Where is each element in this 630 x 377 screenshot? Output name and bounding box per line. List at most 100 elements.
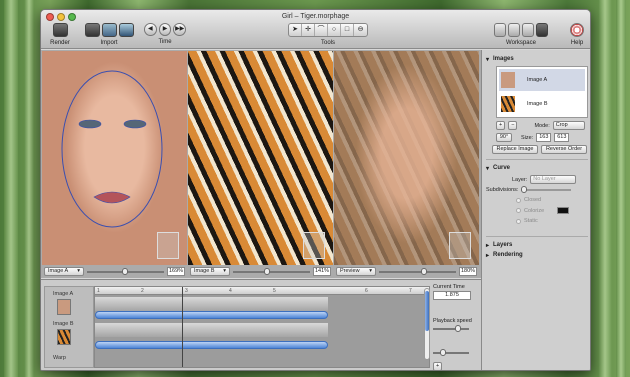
viewer-a-controls: Image A ▾ 169% — [42, 266, 187, 277]
track-header-column: Image A Image B Warp — [44, 286, 94, 368]
rotate-90-button[interactable]: 90° — [496, 133, 512, 142]
forward-button[interactable]: ▶▶ — [173, 23, 187, 36]
track-b-thumbnail[interactable] — [57, 329, 71, 345]
workspace-layout-1-icon[interactable] — [494, 23, 506, 37]
colorize-radio[interactable] — [516, 208, 521, 213]
replace-image-button[interactable]: Replace Image — [492, 145, 538, 154]
preview-zoom-slider[interactable] — [379, 267, 456, 275]
option-colorize[interactable]: Colorize — [516, 207, 588, 214]
viewer-b-zoom-field[interactable]: 141% — [313, 267, 331, 276]
chevron-down-icon: ▾ — [223, 268, 226, 274]
time-controls: Current Time 1.875 Playback speed + — [433, 284, 479, 370]
playhead[interactable] — [182, 287, 183, 367]
viewer-a-zoom-field[interactable]: 169% — [167, 267, 185, 276]
track-b-clip[interactable] — [95, 341, 328, 349]
rewind-button[interactable]: ◀ — [144, 23, 157, 36]
images-section-header[interactable]: ▾ Images — [486, 56, 588, 63]
app-window: Girl – Tiger.morphage Render Import ◀ ▶ … — [40, 9, 591, 371]
size-row: 90° Size: 163 613 — [496, 133, 588, 142]
add-keyframe-button[interactable]: + — [433, 362, 442, 370]
static-radio[interactable] — [516, 218, 521, 224]
timeline-tracks[interactable]: 1 2 3 4 5 6 7 — [94, 286, 430, 368]
help-label: Help — [570, 40, 584, 46]
rendering-heading: Rendering — [493, 252, 523, 258]
colorize-label: Colorize — [524, 207, 545, 214]
layer-label: Layer: — [512, 176, 528, 183]
subdivisions-row: Subdivisions: — [486, 186, 588, 193]
arrow-tool-icon[interactable]: ➤ — [289, 24, 302, 36]
image-a-thumbnail — [501, 72, 515, 88]
size-width-field[interactable]: 163 — [536, 133, 552, 142]
list-item-image-a[interactable]: Image A — [499, 69, 585, 91]
preview-select[interactable]: Preview ▾ — [336, 267, 376, 276]
add-image-button[interactable]: + — [496, 121, 506, 130]
layers-section-header[interactable]: ▸ Layers — [486, 242, 588, 249]
color-well[interactable] — [557, 207, 570, 214]
preview-thumbnail-overlay — [449, 232, 471, 259]
image-b-thumbnail-overlay — [303, 232, 325, 259]
mode-select[interactable]: Crop — [552, 121, 585, 130]
list-item-image-b[interactable]: Image B — [499, 93, 585, 115]
current-time-field[interactable]: 1.875 — [433, 291, 471, 300]
image-b-canvas[interactable] — [188, 51, 333, 265]
render-label: Render — [50, 40, 70, 46]
viewer-a-zoom-slider[interactable] — [87, 267, 164, 275]
playback-speed-knob[interactable] — [454, 325, 461, 332]
time-label: Time — [158, 39, 172, 45]
size-height-field[interactable]: 613 — [554, 133, 570, 142]
image-a-thumbnail-overlay — [157, 232, 179, 259]
point-tool-icon[interactable]: ✛ — [302, 24, 315, 36]
play-button[interactable]: ▶ — [158, 23, 172, 36]
workspace-layout-2-icon[interactable] — [508, 23, 520, 37]
subdivisions-knob[interactable] — [521, 186, 528, 193]
ruler-tick: 6 — [365, 288, 368, 294]
option-static[interactable]: Static — [516, 218, 588, 224]
rect-tool-icon[interactable]: □ — [341, 24, 354, 36]
disclosure-closed-icon: ▸ — [486, 253, 490, 259]
image-a-label: Image A — [527, 77, 548, 83]
render-icon[interactable] — [52, 23, 68, 37]
timeline-zoom-knob[interactable] — [440, 349, 447, 356]
option-closed[interactable]: Closed — [516, 197, 588, 203]
timeline-ruler[interactable]: 1 2 3 4 5 6 7 — [95, 287, 429, 295]
timeline-scroll-knob[interactable] — [425, 291, 429, 331]
track-a-thumbnail[interactable] — [57, 299, 71, 315]
timeline-zoom-slider[interactable] — [433, 349, 469, 356]
current-time-label: Current Time — [433, 284, 465, 290]
import-movie-icon[interactable] — [84, 23, 100, 37]
subdivisions-slider[interactable] — [521, 186, 572, 193]
preview-zoom-field[interactable]: 180% — [459, 267, 477, 276]
morph-tool-icon[interactable]: ⌒ — [315, 24, 328, 36]
workspace-layout-3-icon[interactable] — [522, 23, 534, 37]
circle-tool-icon[interactable]: ○ — [328, 24, 341, 36]
viewer-b-select[interactable]: Image B ▾ — [190, 267, 230, 276]
preview-canvas[interactable] — [334, 51, 479, 265]
import-image-icon[interactable] — [101, 23, 117, 37]
playback-speed-slider[interactable] — [433, 325, 469, 332]
reverse-order-button[interactable]: Reverse Order — [541, 145, 587, 154]
viewer-a-zoom-knob[interactable] — [121, 267, 128, 275]
preview-zoom-knob[interactable] — [421, 267, 428, 275]
image-a-canvas[interactable] — [42, 51, 187, 265]
crop-tool-icon[interactable]: ⊖ — [354, 24, 367, 36]
remove-image-button[interactable]: − — [508, 121, 518, 130]
track-a-clip[interactable] — [95, 311, 328, 319]
playback-speed-label: Playback speed — [433, 318, 472, 324]
workspace-layout-4-icon[interactable] — [536, 23, 548, 37]
import-folder-icon[interactable] — [118, 23, 134, 37]
import-group: Import — [84, 23, 134, 46]
preview-select-label: Preview — [340, 268, 360, 274]
rendering-section-header[interactable]: ▸ Rendering — [486, 252, 588, 259]
curve-section-header[interactable]: ▾ Curve — [486, 165, 588, 172]
tools-group: ➤ ✛ ⌒ ○ □ ⊖ Tools — [283, 23, 373, 46]
viewer-b-zoom-slider[interactable] — [233, 267, 310, 275]
timeline-scrollbar[interactable] — [424, 288, 430, 360]
render-group: Render — [45, 23, 75, 46]
viewer-b-zoom-knob[interactable] — [263, 267, 270, 275]
track-a-band — [95, 297, 328, 311]
closed-radio[interactable] — [516, 197, 521, 203]
viewer-a-select[interactable]: Image A ▾ — [44, 267, 84, 276]
ruler-tick: 3 — [185, 288, 188, 294]
help-lifebuoy-icon[interactable] — [570, 23, 584, 37]
layer-select[interactable]: No Layer — [530, 175, 577, 184]
